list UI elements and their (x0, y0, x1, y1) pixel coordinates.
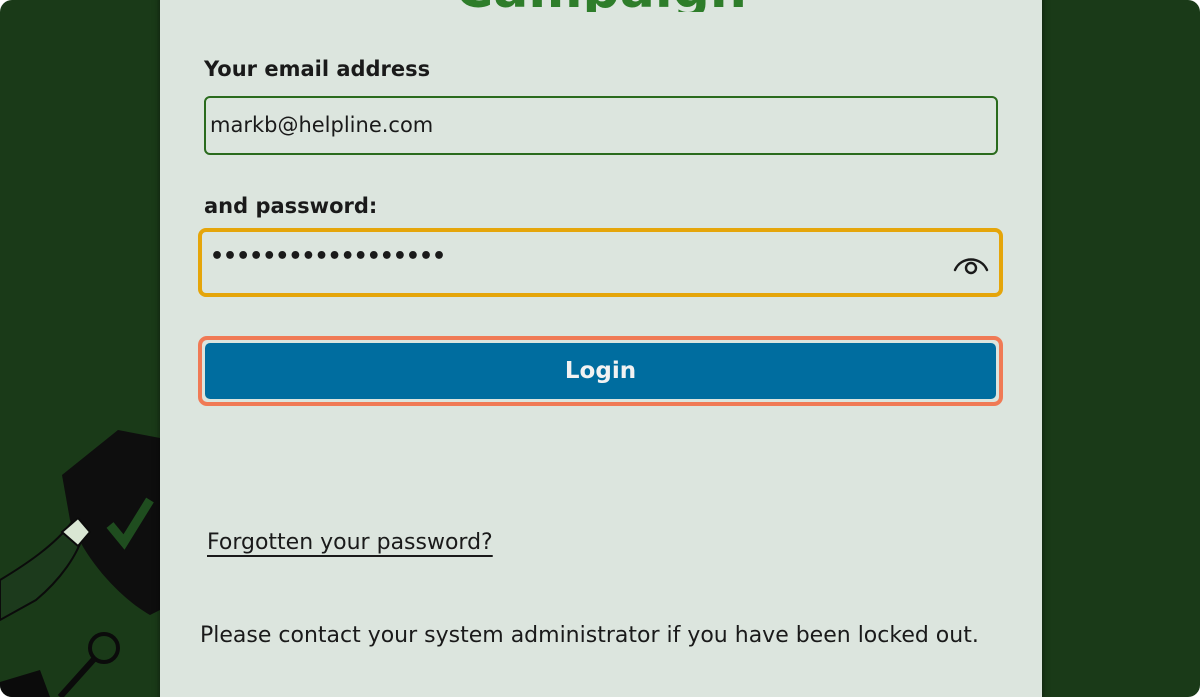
email-field[interactable]: markb@helpline.com (204, 96, 998, 155)
app-screen: Campaign Your email address markb@helpli… (0, 0, 1200, 697)
contact-admin-note: Please contact your system administrator… (200, 623, 979, 648)
forgot-password-link[interactable]: Forgotten your password? (207, 530, 493, 555)
password-label: and password: (204, 194, 378, 218)
eye-icon[interactable] (951, 248, 991, 278)
password-field[interactable]: •••••••••••••••••• (198, 228, 1003, 297)
email-label: Your email address (204, 57, 431, 81)
page-title: Campaign (160, 0, 1042, 12)
password-value: •••••••••••••••••• (210, 244, 446, 269)
heading-clip: Campaign (160, 0, 1042, 12)
login-button-focus-ring: Login (198, 336, 1003, 406)
login-panel: Campaign Your email address markb@helpli… (160, 0, 1042, 697)
login-button[interactable]: Login (205, 343, 996, 399)
